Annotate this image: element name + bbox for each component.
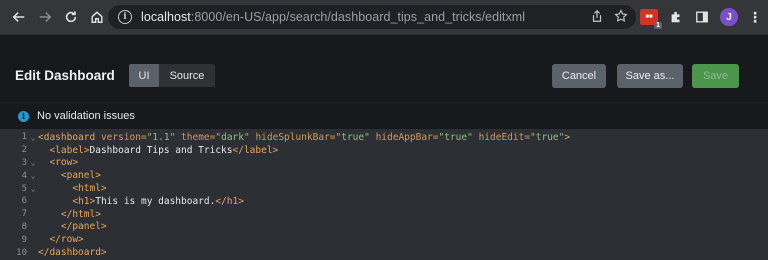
home-icon[interactable] <box>86 6 108 28</box>
fold-arrow-icon[interactable]: ⌄ <box>28 184 38 193</box>
code-line: 2 <label>Dashboard Tips and Tricks</labe… <box>0 144 570 157</box>
code-token: </dashboard> <box>38 247 107 259</box>
side-panel-icon[interactable] <box>694 9 710 25</box>
code-token: theme= <box>181 131 216 143</box>
dashboard-header: Edit Dashboard UI Source Cancel Save as.… <box>0 34 768 102</box>
code-token: hideSplunkBar= <box>255 131 336 143</box>
line-number: 9 <box>21 234 27 245</box>
code-token: "true" <box>335 131 370 143</box>
code-token: Dashboard Tips and Tricks <box>89 144 233 156</box>
line-number: 1 <box>21 132 27 143</box>
profile-avatar[interactable]: J <box>720 8 738 26</box>
line-number: 2 <box>21 145 27 156</box>
info-icon: i <box>18 110 29 122</box>
xml-source-editor[interactable]: 1 ⌄ <dashboard version="1.1" theme="dark"… <box>0 129 768 260</box>
code-token: > <box>564 131 571 143</box>
code-token: This is my dashboard. <box>95 195 216 207</box>
validation-message: No validation issues <box>37 110 135 122</box>
code-token: "dark" <box>215 131 250 143</box>
address-bar[interactable]: i localhost:8000/en-US/app/search/dashbo… <box>108 5 636 29</box>
code-line: 3 ⌄ <row> <box>0 157 570 170</box>
site-info-icon[interactable]: i <box>118 10 132 24</box>
code-line: 1 ⌄ <dashboard version="1.1" theme="dark"… <box>0 131 571 144</box>
line-number: 7 <box>21 209 27 220</box>
url-text: localhost:8000/en-US/app/search/dashboar… <box>141 10 526 24</box>
code-token: </panel> <box>60 221 107 233</box>
code-token: </h1> <box>215 195 244 207</box>
code-token: <dashboard <box>38 131 96 143</box>
code-token: </label> <box>232 144 279 156</box>
line-number: 6 <box>21 196 27 207</box>
reload-icon[interactable] <box>60 6 82 28</box>
cancel-button[interactable]: Cancel <box>552 64 606 88</box>
line-number: 5 <box>21 183 27 194</box>
code-token: <panel> <box>60 170 101 182</box>
code-token: "true" <box>438 131 473 143</box>
fold-arrow-icon[interactable]: ⌄ <box>28 171 38 180</box>
tab-ui[interactable]: UI <box>129 64 159 87</box>
code-line: 8 </panel> <box>0 221 570 234</box>
code-token: "1.1" <box>146 131 176 143</box>
code-line: 10 </dashboard> <box>0 246 570 259</box>
code-token: hideEdit= <box>478 131 531 143</box>
line-number: 8 <box>21 221 27 232</box>
code-token: </html> <box>60 208 101 220</box>
code-token: <label> <box>49 144 90 156</box>
line-number: 3 <box>21 157 27 168</box>
line-number: 10 <box>16 247 27 258</box>
tab-source[interactable]: Source <box>159 64 215 87</box>
save-as-button[interactable]: Save as... <box>617 64 683 88</box>
browser-toolbar: i localhost:8000/en-US/app/search/dashbo… <box>0 0 768 34</box>
fold-arrow-icon[interactable]: ⌄ <box>28 158 38 167</box>
code-line: 4 ⌄ <panel> <box>0 169 570 182</box>
editor-mode-toggle: UI Source <box>129 64 215 87</box>
extension-badge-icon[interactable]: ■■ 1 <box>640 9 662 29</box>
extensions-puzzle-icon[interactable] <box>668 9 684 25</box>
code-line: 5 ⌄ <html> <box>0 182 570 195</box>
code-token: <html> <box>72 183 107 195</box>
line-number: 4 <box>21 170 27 181</box>
code-token: "true" <box>530 131 565 143</box>
back-arrow-icon[interactable] <box>8 6 30 28</box>
forward-arrow-icon[interactable] <box>34 6 56 28</box>
bookmark-star-icon[interactable] <box>614 9 628 28</box>
save-button[interactable]: Save <box>692 64 739 88</box>
code-token: </row> <box>49 234 84 246</box>
code-token: version= <box>100 131 147 143</box>
code-line: 6 <h1>This is my dashboard.</h1> <box>0 195 570 208</box>
share-icon[interactable] <box>590 9 604 28</box>
code-line: 9 </row> <box>0 233 570 246</box>
page-title: Edit Dashboard <box>15 68 115 83</box>
code-token: hideAppBar= <box>375 131 439 143</box>
code-line: 7 </html> <box>0 208 570 221</box>
code-token: <row> <box>49 157 79 169</box>
fold-arrow-icon[interactable]: ⌄ <box>28 133 38 142</box>
validation-bar: i No validation issues <box>0 102 768 129</box>
code-token: <h1> <box>72 195 96 207</box>
browser-menu-icon[interactable]: ⋮ <box>748 10 762 24</box>
